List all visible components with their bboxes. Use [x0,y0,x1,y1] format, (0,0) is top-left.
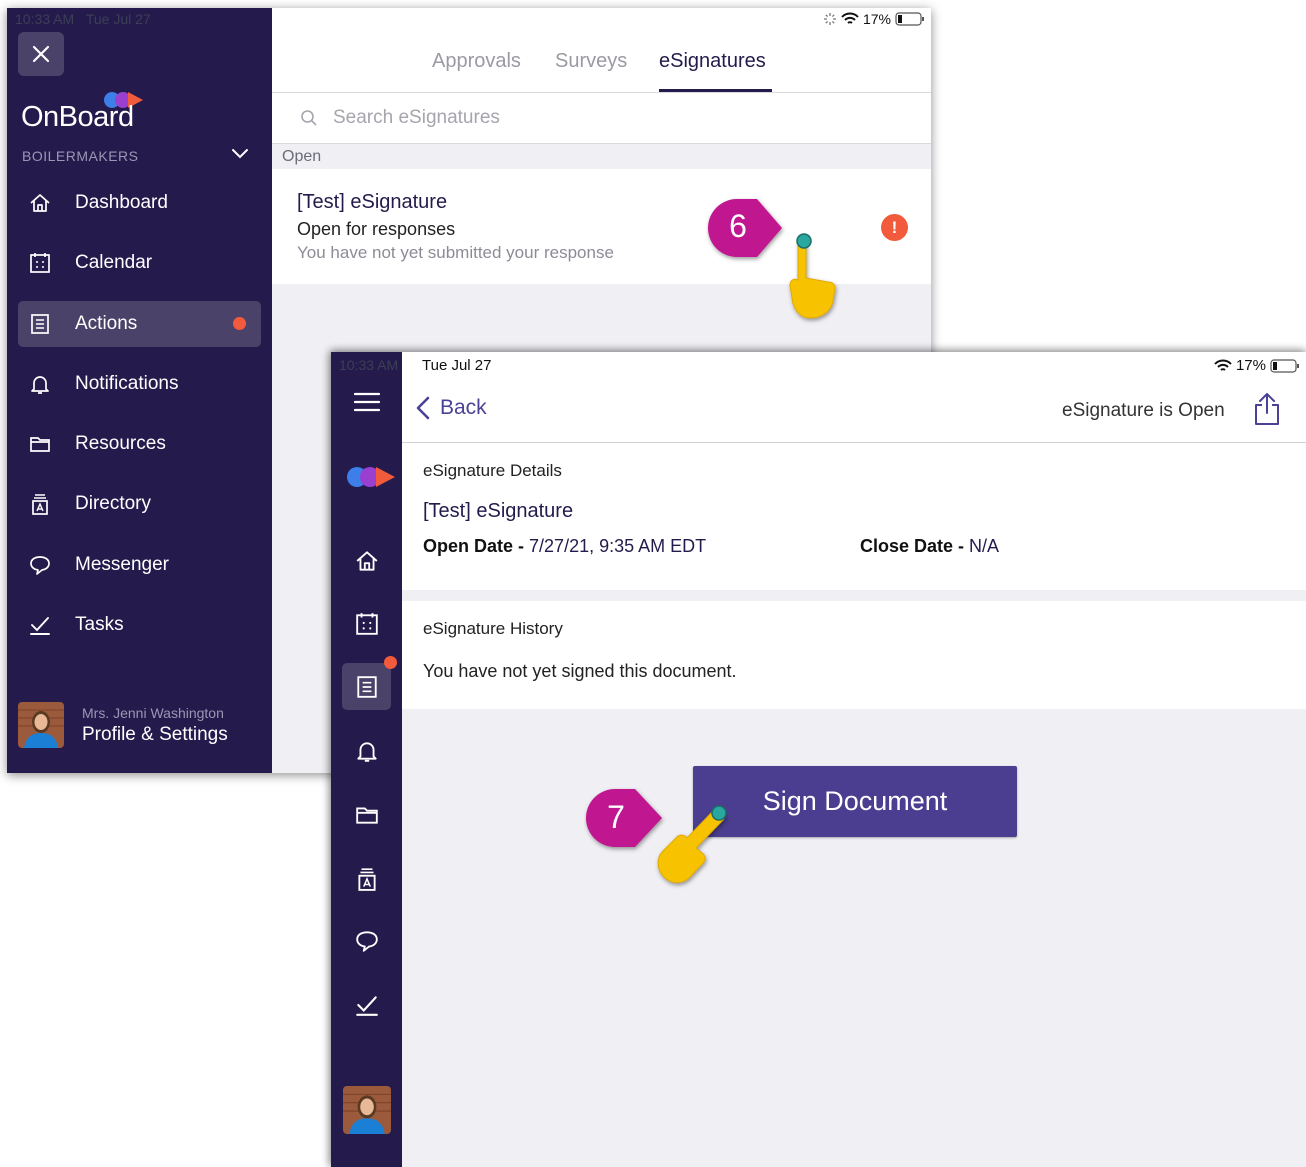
status-date: Tue Jul 27 [422,357,492,374]
profile-name: Mrs. Jenni Washington [82,705,224,721]
sidebar-item-directory[interactable]: Directory [18,481,261,527]
checkmark-icon [28,613,52,637]
esignature-details-card: eSignature Details [Test] eSignature Ope… [402,443,1306,590]
status-bar-right: 17% [823,11,925,27]
chevron-left-icon [416,396,430,420]
directory-icon [28,492,52,516]
battery-percent: 17% [862,11,891,27]
home-icon [28,191,52,215]
battery-percent: 17% [1235,357,1266,374]
list-item-title: [Test] eSignature [297,191,448,213]
detail-header: Tue Jul 27 17% Back eSignature is Open [402,352,1306,443]
onboard-logo-mark [347,467,395,487]
sidebar-item-notifications[interactable]: Notifications [18,361,261,407]
bell-icon [28,372,52,396]
list-item-subtitle: You have not yet submitted your response [297,243,614,262]
actions-icon [28,312,52,336]
sign-document-button[interactable]: Sign Document [693,766,1017,837]
open-date-label: Open Date - [423,536,525,556]
close-date-label: Close Date - [860,536,965,556]
section-header-open: Open [282,148,322,165]
folder-icon[interactable] [354,802,380,828]
back-button[interactable]: Back [416,396,487,420]
sidebar-item-label: Dashboard [75,192,168,213]
battery-icon [895,12,924,26]
history-text: You have not yet signed this document. [423,661,737,681]
chat-icon[interactable] [354,928,380,954]
document-title: [Test] eSignature [423,500,574,522]
chat-icon [28,553,52,577]
folder-icon [28,432,52,456]
sidebar-item-tasks[interactable]: Tasks [18,602,261,648]
open-date-value: 7/27/21, 9:35 AM EDT [529,536,707,556]
wifi-icon [841,12,859,24]
history-heading: eSignature History [423,619,563,638]
tab-bar: 17% Approvals Surveys eSignatures [272,8,931,93]
home-icon[interactable] [354,548,380,574]
wifi-icon [1214,359,1232,371]
checkmark-icon[interactable] [354,992,380,1018]
esignature-history-card: eSignature History You have not yet sign… [402,601,1306,709]
profile-settings-link[interactable]: Profile & Settings [82,724,228,746]
sidebar-item-label: Messenger [75,554,169,575]
sidebar-item-label: Actions [75,313,138,334]
search-icon [301,110,317,126]
sidebar-item-calendar[interactable]: Calendar [18,240,261,286]
avatar[interactable] [18,702,64,748]
chevron-down-icon[interactable] [231,148,249,160]
actions-icon[interactable] [354,674,380,700]
collapsed-sidebar: 10:33 AM [331,352,402,1167]
directory-icon[interactable] [354,866,380,892]
tab-esignatures[interactable]: eSignatures [659,50,766,73]
hamburger-menu-icon[interactable] [354,392,380,412]
back-label: Back [440,396,487,419]
alert-icon: ! [881,214,908,241]
step-callout-7: 7 [584,787,734,892]
active-tab-indicator [659,89,772,92]
tab-approvals[interactable]: Approvals [432,50,521,73]
sidebar-item-actions[interactable]: Actions [18,301,261,347]
search-bar[interactable]: Search eSignatures [272,93,931,144]
esignature-detail-screenshot: 10:33 AM Tue Jul 27 17% Back eSignature … [331,352,1306,1167]
sidebar-item-label: Directory [75,493,152,514]
close-date-value: N/A [969,536,1000,556]
step-callout-6: 6 [706,198,846,326]
search-input[interactable]: Search eSignatures [333,107,500,129]
sidebar-item-label: Resources [75,433,166,454]
close-date: Close Date - N/A [860,536,999,557]
notification-badge [384,656,397,669]
calendar-icon[interactable] [354,611,380,637]
sidebar-item-label: Tasks [75,614,124,635]
sidebar: 10:33 AM Tue Jul 27 OnBoard BOILERMAKERS… [7,8,272,773]
status-time: 10:33 AM [339,357,399,373]
close-icon [32,45,50,63]
onboard-logo: OnBoard [21,101,134,133]
callout-number: 6 [729,208,747,244]
sidebar-item-messenger[interactable]: Messenger [18,542,261,588]
bell-icon[interactable] [354,738,380,764]
esignature-status-text: eSignature is Open [1062,400,1225,421]
tab-surveys[interactable]: Surveys [555,50,627,73]
share-icon[interactable] [1253,392,1281,426]
list-item-status: Open for responses [297,219,456,239]
sidebar-item-label: Notifications [75,373,179,394]
status-bar-right: 17% [1214,357,1300,374]
organization-name: BOILERMAKERS [22,148,139,164]
sidebar-item-label: Calendar [75,252,153,273]
open-date: Open Date - 7/27/21, 9:35 AM EDT [423,536,706,557]
close-menu-button[interactable] [18,32,64,76]
battery-icon [1270,358,1299,373]
notification-badge [233,317,246,330]
calendar-icon [28,251,52,275]
sidebar-item-dashboard[interactable]: Dashboard [18,180,261,226]
callout-number: 7 [607,799,625,835]
details-heading: eSignature Details [423,461,562,480]
loading-spinner-icon [823,13,836,25]
status-time: 10:33 AM Tue Jul 27 [15,11,151,27]
avatar[interactable] [343,1086,391,1134]
sidebar-item-resources[interactable]: Resources [18,421,261,467]
